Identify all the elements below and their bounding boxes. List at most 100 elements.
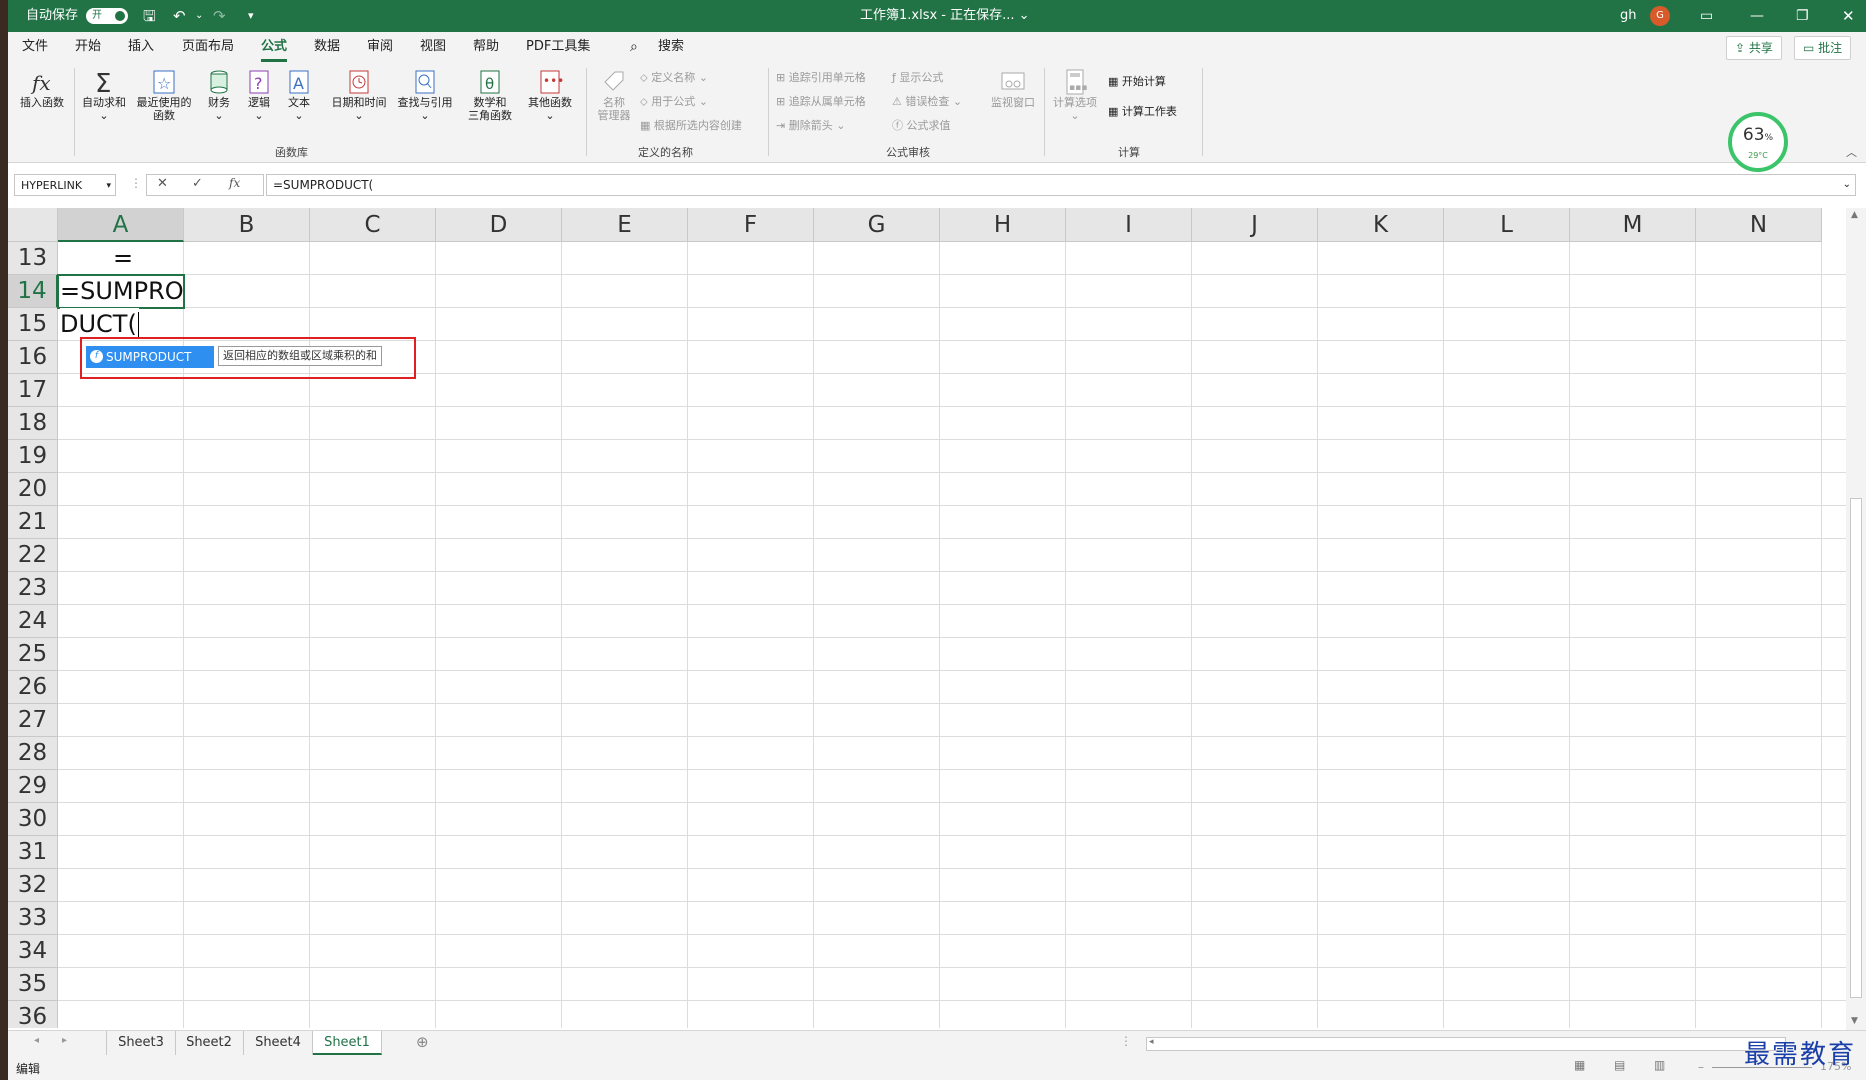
name-manager-button[interactable]: 名称 管理器 — [590, 68, 638, 122]
enter-icon[interactable]: ✓ — [192, 176, 203, 191]
calculate-sheet-button[interactable]: ▦ 计算工作表 — [1108, 104, 1177, 120]
row-header-22[interactable]: 22 — [8, 539, 58, 572]
column-header-n[interactable]: N — [1696, 208, 1822, 242]
spreadsheet-grid[interactable]: A B C D E F G H I J K L M N 13 14 15 16 17 18 19 20 21 22 23 24 25… — [8, 208, 1846, 1028]
tab-insert[interactable]: 插入 — [128, 32, 154, 62]
cell-a13[interactable]: = — [113, 242, 133, 274]
column-header-c[interactable]: C — [310, 208, 436, 242]
tab-data[interactable]: 数据 — [314, 32, 340, 62]
row-header-19[interactable]: 19 — [8, 440, 58, 473]
row-header-35[interactable]: 35 — [8, 968, 58, 1001]
row-header-15[interactable]: 15 — [8, 308, 58, 341]
vertical-scrollbar[interactable]: ▲ ▼ — [1846, 208, 1866, 1030]
insert-function-button[interactable]: fx 插入函数 — [16, 68, 68, 109]
autosum-button[interactable]: Σ 自动求和 ⌄ — [78, 68, 130, 122]
search-icon[interactable]: ⌕ — [630, 32, 638, 62]
horizontal-scrollbar[interactable]: ◂ — [1146, 1037, 1786, 1051]
tab-splitter-icon[interactable]: ⋮ — [1120, 1034, 1132, 1048]
row-header-18[interactable]: 18 — [8, 407, 58, 440]
row-header-13[interactable]: 13 — [8, 242, 58, 275]
avatar[interactable]: G — [1650, 6, 1670, 26]
recently-used-button[interactable]: ☆ 最近使用的 函数 — [132, 68, 196, 122]
row-header-16[interactable]: 16 — [8, 341, 58, 374]
text-button[interactable]: A 文本 ⌄ — [282, 68, 316, 122]
row-header-24[interactable]: 24 — [8, 605, 58, 638]
column-header-g[interactable]: G — [814, 208, 940, 242]
column-header-e[interactable]: E — [562, 208, 688, 242]
zoom-out-icon[interactable]: – — [1698, 1060, 1704, 1074]
normal-view-icon[interactable]: ▦ — [1574, 1058, 1585, 1072]
user-name[interactable]: gh — [1620, 0, 1637, 32]
sheet-tab-sheet1[interactable]: Sheet1 — [313, 1031, 382, 1055]
cancel-icon[interactable]: ✕ — [157, 176, 168, 191]
column-header-k[interactable]: K — [1318, 208, 1444, 242]
create-from-selection-button[interactable]: ▦ 根据所选内容创建 — [640, 118, 742, 134]
tab-review[interactable]: 审阅 — [367, 32, 393, 62]
chevron-down-icon[interactable]: ▾ — [106, 175, 111, 197]
add-sheet-icon[interactable]: ⊕ — [416, 1033, 429, 1051]
remove-arrows-button[interactable]: ⇥ 删除箭头 ⌄ — [776, 118, 845, 134]
tab-page-layout[interactable]: 页面布局 — [182, 32, 234, 62]
row-header-29[interactable]: 29 — [8, 770, 58, 803]
share-button[interactable]: ⇪ 共享 — [1726, 36, 1782, 60]
row-header-33[interactable]: 33 — [8, 902, 58, 935]
error-checking-button[interactable]: ⚠ 错误检查 ⌄ — [892, 94, 962, 110]
use-in-formula-button[interactable]: ⬦ 用于公式 ⌄ — [640, 94, 708, 110]
autosave-toggle[interactable]: 开 — [86, 8, 128, 24]
redo-icon[interactable]: ↷ — [213, 0, 226, 32]
close-icon[interactable]: ✕ — [1842, 0, 1855, 32]
cell-a14-edit-line1[interactable]: =SUMPRO — [60, 275, 184, 307]
column-header-b[interactable]: B — [184, 208, 310, 242]
evaluate-formula-button[interactable]: ⓕ 公式求值 — [892, 118, 951, 134]
row-header-27[interactable]: 27 — [8, 704, 58, 737]
search-label[interactable]: 搜索 — [658, 32, 684, 62]
autocomplete-item-sumproduct[interactable]: f SUMPRODUCT — [86, 346, 214, 368]
minimize-icon[interactable]: — — [1750, 0, 1764, 32]
column-header-h[interactable]: H — [940, 208, 1066, 242]
tab-formulas[interactable]: 公式 — [261, 32, 288, 62]
watch-window-button[interactable]: 监视窗口 — [986, 68, 1040, 109]
cell-a14-edit-line2[interactable]: DUCT( — [60, 308, 139, 340]
column-header-j[interactable]: J — [1192, 208, 1318, 242]
row-header-20[interactable]: 20 — [8, 473, 58, 506]
column-header-l[interactable]: L — [1444, 208, 1570, 242]
undo-dropdown-icon[interactable]: ⌄ — [195, 0, 203, 32]
column-header-m[interactable]: M — [1570, 208, 1696, 242]
row-header-23[interactable]: 23 — [8, 572, 58, 605]
column-header-i[interactable]: I — [1066, 208, 1192, 242]
sheet-tab-sheet2[interactable]: Sheet2 — [175, 1031, 244, 1055]
restore-icon[interactable]: ❐ — [1796, 0, 1809, 32]
tab-view[interactable]: 视图 — [420, 32, 446, 62]
comments-button[interactable]: ▭ 批注 — [1794, 36, 1852, 60]
customize-qat-icon[interactable]: ▾ — [248, 0, 254, 32]
row-header-21[interactable]: 21 — [8, 506, 58, 539]
financial-button[interactable]: 财务 ⌄ — [202, 68, 236, 122]
column-header-f[interactable]: F — [688, 208, 814, 242]
row-header-17[interactable]: 17 — [8, 374, 58, 407]
row-header-30[interactable]: 30 — [8, 803, 58, 836]
math-trig-button[interactable]: θ 数学和 三角函数 — [460, 68, 520, 122]
row-header-14[interactable]: 14 — [8, 275, 58, 308]
drag-handle-icon[interactable]: ⋮ — [130, 176, 142, 190]
column-header-a[interactable]: A — [58, 208, 184, 242]
sheet-tab-sheet4[interactable]: Sheet4 — [244, 1031, 313, 1055]
undo-icon[interactable]: ↶ — [173, 0, 186, 32]
row-header-36[interactable]: 36 — [8, 1001, 58, 1028]
page-break-view-icon[interactable]: ▥ — [1654, 1058, 1665, 1072]
calc-options-button[interactable]: ▪▪▪ 计算选项 ⌄ — [1048, 68, 1102, 122]
column-header-d[interactable]: D — [436, 208, 562, 242]
trace-precedents-button[interactable]: ⊞ 追踪引用单元格 — [776, 70, 866, 86]
show-formulas-button[interactable]: ƒ 显示公式 — [892, 70, 943, 86]
tab-pdf-tools[interactable]: PDF工具集 — [526, 32, 590, 62]
scroll-down-icon[interactable]: ▼ — [1851, 1016, 1858, 1026]
expand-formula-bar-icon[interactable]: ⌄ — [1843, 175, 1851, 195]
ribbon-display-icon[interactable]: ▭ — [1700, 0, 1713, 32]
name-box[interactable]: HYPERLINK ▾ — [14, 174, 116, 196]
logical-button[interactable]: ? 逻辑 ⌄ — [242, 68, 276, 122]
row-header-31[interactable]: 31 — [8, 836, 58, 869]
formula-input[interactable]: =SUMPRODUCT( ⌄ — [266, 174, 1856, 196]
page-layout-view-icon[interactable]: ▤ — [1614, 1058, 1625, 1072]
row-header-28[interactable]: 28 — [8, 737, 58, 770]
calculate-now-button[interactable]: ▦ 开始计算 — [1108, 74, 1166, 90]
row-header-26[interactable]: 26 — [8, 671, 58, 704]
